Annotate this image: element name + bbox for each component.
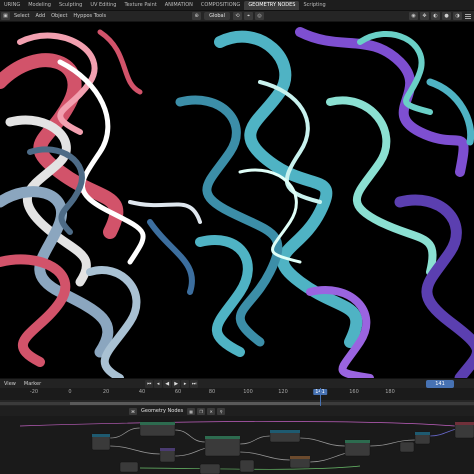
workspace-tab-active[interactable]: GEOMETRY NODES bbox=[244, 0, 300, 10]
duplicate-icon[interactable]: ❐ bbox=[197, 407, 206, 415]
shading-solid-icon[interactable]: ● bbox=[442, 12, 451, 20]
snap-icon[interactable]: ⌖ bbox=[244, 12, 254, 20]
frame-range-fill bbox=[70, 402, 320, 405]
ruler-tick: 120 bbox=[278, 389, 288, 395]
editor-type-icon[interactable]: ▣ bbox=[1, 12, 10, 20]
timeline-menu-marker[interactable]: Marker bbox=[20, 381, 45, 387]
timeline-header: View Marker ⏮ ◂ ◀ ▶ ▸ ⏭ 141 bbox=[0, 378, 474, 388]
node-graph bbox=[19, 421, 474, 474]
workspace-tab[interactable]: COMPOSITIONG bbox=[197, 1, 244, 10]
ruler-tick: 160 bbox=[349, 389, 359, 395]
workspace-tab[interactable]: URING bbox=[0, 1, 24, 10]
node-group-icon[interactable]: ▦ bbox=[187, 407, 196, 415]
transform-orientation-icon: ⊕ bbox=[192, 12, 202, 20]
node-tree-name[interactable]: Geometry Nodes bbox=[138, 408, 186, 414]
ruler-tick: 80 bbox=[208, 389, 216, 395]
ruler-tick: 60 bbox=[174, 389, 182, 395]
play-reverse-icon[interactable]: ◀ bbox=[163, 379, 172, 388]
workspace-tab[interactable]: Modeling bbox=[24, 1, 55, 10]
node-tree-icon[interactable]: ⌘ bbox=[129, 407, 137, 415]
workspace-tab[interactable]: ANIMATION bbox=[161, 1, 197, 10]
overlay-icon[interactable]: ◐ bbox=[431, 12, 440, 20]
workspace-tab[interactable]: Sculpting bbox=[55, 1, 86, 10]
play-icon[interactable]: ▶ bbox=[172, 379, 181, 388]
ruler-tick: 40 bbox=[138, 389, 146, 395]
next-keyframe-icon[interactable]: ▸ bbox=[181, 379, 190, 388]
menu-icon[interactable] bbox=[465, 12, 474, 20]
pin-icon[interactable]: ⚲ bbox=[217, 407, 226, 415]
menu-hyppos-tools[interactable]: Hyppos Tools bbox=[70, 12, 109, 21]
workspace-tab[interactable]: Texture Paint bbox=[120, 1, 160, 10]
current-frame-field[interactable]: 141 bbox=[426, 380, 454, 388]
timeline-ruler[interactable]: -20 0 20 40 60 80 100 120 141 160 180 bbox=[0, 388, 474, 400]
close-icon[interactable]: ✕ bbox=[207, 407, 216, 415]
frame-range-bar bbox=[0, 402, 474, 405]
playhead[interactable] bbox=[320, 388, 321, 406]
timeline-menu-view[interactable]: View bbox=[0, 381, 20, 387]
menu-add[interactable]: Add bbox=[32, 12, 48, 21]
proportional-edit-icon[interactable]: ◎ bbox=[255, 12, 265, 20]
ruler-tick: 20 bbox=[102, 389, 110, 395]
workspace-tab[interactable]: Scripting bbox=[299, 1, 329, 10]
menu-select[interactable]: Select bbox=[11, 12, 32, 21]
jump-end-icon[interactable]: ⏭ bbox=[190, 379, 199, 388]
ruler-tick: 180 bbox=[385, 389, 395, 395]
jump-start-icon[interactable]: ⏮ bbox=[145, 379, 154, 388]
transport-controls: ⏮ ◂ ◀ ▶ ▸ ⏭ bbox=[145, 379, 199, 388]
ruler-tick: 0 bbox=[68, 389, 72, 395]
swirl-render bbox=[0, 22, 474, 378]
menu-object[interactable]: Object bbox=[48, 12, 70, 21]
shading-material-icon[interactable]: ◑ bbox=[453, 12, 462, 20]
workspace-tabs: URING Modeling Sculpting UV Editing Text… bbox=[0, 0, 474, 11]
gizmo-icon[interactable]: ✥ bbox=[420, 12, 429, 20]
3d-viewport[interactable] bbox=[0, 22, 474, 378]
node-editor-header: ⌘ Geometry Nodes ▦ ❐ ✕ ⚲ bbox=[0, 406, 474, 416]
viewport-header: ▣ Select Add Object Hyppos Tools ⊕ Globa… bbox=[0, 11, 474, 22]
node-editor-canvas[interactable] bbox=[0, 416, 474, 474]
ruler-tick: -20 bbox=[29, 389, 39, 395]
nodes bbox=[91, 421, 474, 474]
prev-keyframe-icon[interactable]: ◂ bbox=[154, 379, 163, 388]
workspace-tab[interactable]: UV Editing bbox=[86, 1, 120, 10]
pivot-icon[interactable]: ⟲ bbox=[233, 12, 243, 20]
orientation-select[interactable]: Global bbox=[204, 12, 231, 20]
visibility-icon[interactable]: ◉ bbox=[409, 12, 418, 20]
ruler-tick: 100 bbox=[243, 389, 253, 395]
